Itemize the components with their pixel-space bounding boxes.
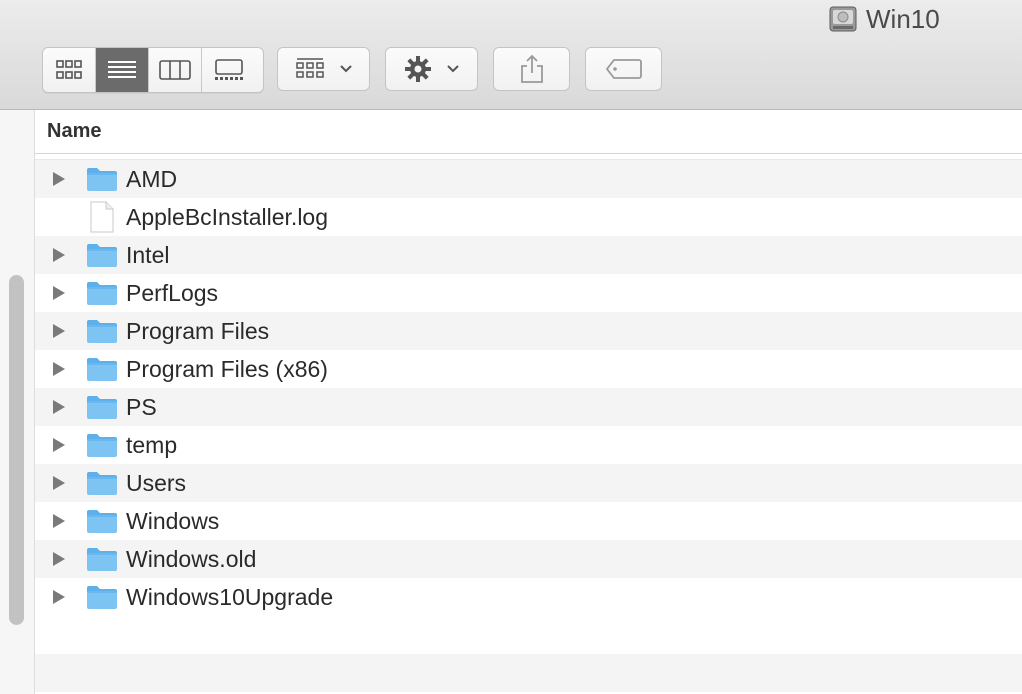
folder-row[interactable]: Windows xyxy=(35,502,1022,540)
folder-row[interactable]: Users xyxy=(35,464,1022,502)
item-name: temp xyxy=(126,432,178,458)
item-name: PerfLogs xyxy=(126,280,219,306)
folder-row[interactable]: AMD xyxy=(35,160,1022,198)
folder-icon xyxy=(86,356,118,382)
chevron-down-icon xyxy=(339,65,352,73)
list-icon xyxy=(108,61,136,78)
item-name: Windows xyxy=(126,508,220,534)
chevron-down-icon xyxy=(446,65,459,73)
folder-row[interactable]: temp xyxy=(35,426,1022,464)
folder-row[interactable]: PerfLogs xyxy=(35,274,1022,312)
item-name: PS xyxy=(126,394,157,420)
disclosure-triangle-icon[interactable] xyxy=(51,551,67,567)
column-header-label: Name xyxy=(47,120,102,142)
folder-icon xyxy=(86,318,118,344)
column-view-button[interactable] xyxy=(149,48,202,92)
sidebar-scroll-area xyxy=(0,110,35,694)
item-name: Windows10Upgrade xyxy=(126,584,334,610)
folder-icon xyxy=(86,508,118,534)
folder-row[interactable]: Program Files (x86) xyxy=(35,350,1022,388)
disclosure-triangle-icon[interactable] xyxy=(51,399,67,415)
item-name: Users xyxy=(126,470,187,496)
gallery-icon xyxy=(214,59,243,80)
folder-icon xyxy=(86,546,118,572)
item-name: Windows.old xyxy=(126,546,257,572)
window-title-text: Win10 xyxy=(866,3,940,34)
gear-icon xyxy=(404,56,431,82)
tag-icon xyxy=(605,59,642,79)
share-icon xyxy=(520,54,543,83)
empty-row xyxy=(35,616,1022,654)
view-mode-control xyxy=(42,47,264,93)
folder-icon xyxy=(86,280,118,306)
tag-button[interactable] xyxy=(585,47,662,91)
disclosure-triangle-icon[interactable] xyxy=(51,247,67,263)
share-button[interactable] xyxy=(493,47,570,91)
file-rows: AMD AppleBcInstaller.log Intel PerfLogs Prog… xyxy=(35,160,1022,616)
disclosure-triangle-icon[interactable] xyxy=(51,589,67,605)
columns-icon xyxy=(159,60,191,80)
disclosure-triangle-icon[interactable] xyxy=(51,513,67,529)
folder-row[interactable]: Windows.old xyxy=(35,540,1022,578)
item-name: AppleBcInstaller.log xyxy=(126,204,329,230)
empty-row xyxy=(35,654,1022,692)
finder-toolbar: Win10 xyxy=(0,0,1022,110)
item-name: AMD xyxy=(126,166,178,192)
disclosure-triangle-icon[interactable] xyxy=(51,323,67,339)
grid-icon xyxy=(56,60,82,79)
disclosure-triangle-icon[interactable] xyxy=(51,171,67,187)
folder-row[interactable]: PS xyxy=(35,388,1022,426)
disclosure-triangle-icon[interactable] xyxy=(51,475,67,491)
disclosure-triangle-icon[interactable] xyxy=(51,437,67,453)
disclosure-triangle-icon[interactable] xyxy=(51,285,67,301)
action-button[interactable] xyxy=(385,47,478,91)
folder-row[interactable]: Windows10Upgrade xyxy=(35,578,1022,616)
folder-icon xyxy=(86,394,118,420)
folder-icon xyxy=(86,470,118,496)
disclosure-triangle-icon[interactable] xyxy=(51,361,67,377)
hard-disk-icon xyxy=(828,5,858,33)
folder-icon xyxy=(86,166,118,192)
folder-row[interactable]: Program Files xyxy=(35,312,1022,350)
item-name: Program Files (x86) xyxy=(126,356,328,382)
folder-icon xyxy=(86,584,118,610)
item-name: Intel xyxy=(126,242,170,268)
folder-icon xyxy=(86,432,118,458)
arrange-button[interactable] xyxy=(277,47,370,91)
window-title: Win10 xyxy=(828,2,940,36)
file-list: Name AMD AppleBcInstaller.log Intel PerfLog… xyxy=(35,110,1022,694)
gallery-view-button[interactable] xyxy=(202,48,255,92)
arrange-grid-icon xyxy=(295,58,324,78)
folder-icon xyxy=(86,242,118,268)
column-header-name[interactable]: Name xyxy=(35,110,1022,154)
scrollbar-thumb[interactable] xyxy=(9,275,24,625)
document-icon xyxy=(86,201,118,233)
folder-row[interactable]: Intel xyxy=(35,236,1022,274)
list-view-button[interactable] xyxy=(96,48,149,92)
item-name: Program Files xyxy=(126,318,270,344)
file-row[interactable]: AppleBcInstaller.log xyxy=(35,198,1022,236)
icon-view-button[interactable] xyxy=(43,48,96,92)
